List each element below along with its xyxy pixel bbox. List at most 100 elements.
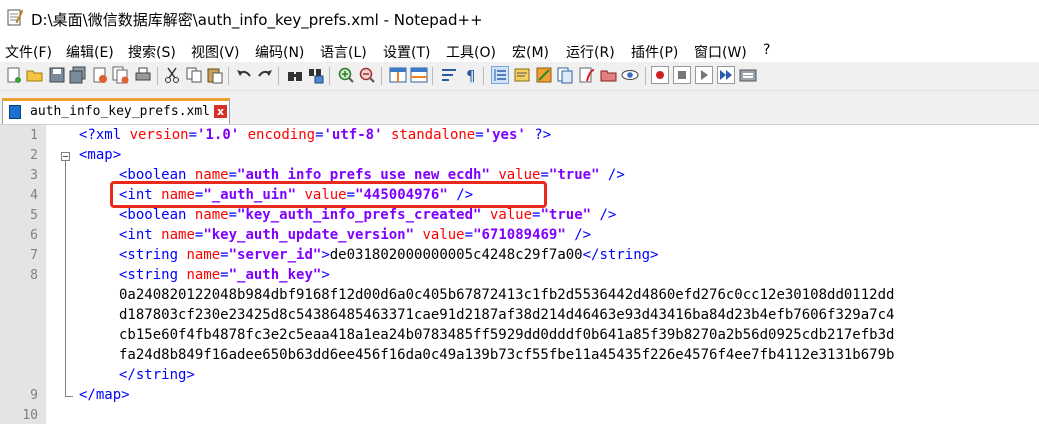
menu-file[interactable]: 文件(F) (5, 42, 52, 62)
paste-icon[interactable] (206, 66, 224, 84)
menu-view[interactable]: 视图(V) (191, 42, 240, 62)
stop-macro-icon[interactable] (673, 66, 691, 84)
xml-decl-close: ?> (525, 127, 552, 143)
run-macro-multiple-icon[interactable] (717, 66, 735, 84)
code-line-6: <int name = "key_auth_update_version" valu… (119, 227, 591, 243)
equals: = (220, 267, 229, 283)
xml-decl-open: <?xml (79, 127, 130, 143)
open-file-icon[interactable] (26, 66, 44, 84)
indent-guide-icon[interactable] (491, 66, 509, 84)
menu-language[interactable]: 语言(L) (320, 42, 367, 62)
string-close-tag: </string> (119, 367, 195, 383)
menu-plugins[interactable]: 插件(P) (631, 42, 678, 62)
equals: = (475, 127, 484, 143)
zoom-out-icon[interactable] (358, 66, 376, 84)
sync-vertical-icon[interactable] (389, 66, 407, 84)
menu-help[interactable]: ? (763, 42, 770, 58)
doc-map-icon[interactable] (535, 66, 553, 84)
folder-workspace-icon[interactable] (578, 66, 596, 84)
copy-icon[interactable] (185, 66, 203, 84)
close-icon[interactable] (91, 66, 109, 84)
menu-search[interactable]: 搜索(S) (128, 42, 176, 62)
auth-key-line-2: d187803cf230e23425d8c54386485463371cae91… (119, 307, 895, 323)
language-icon[interactable] (513, 66, 531, 84)
line-number: 4 (30, 188, 38, 203)
menu-encoding[interactable]: 编码(N) (255, 42, 304, 62)
record-macro-icon[interactable] (651, 66, 669, 84)
attr-name: name (186, 247, 221, 263)
print-icon[interactable] (134, 66, 152, 84)
word-wrap-icon[interactable] (440, 66, 458, 84)
undo-icon[interactable] (235, 66, 253, 84)
equals: = (188, 127, 198, 143)
line-number: 7 (30, 248, 38, 263)
auth-key-line-3: cb15e60f4fb4878fc3e2c5eaa418a1ea24b07834… (119, 327, 895, 343)
save-macro-icon[interactable] (739, 66, 757, 84)
save-icon[interactable] (48, 66, 66, 84)
attr-value: value (422, 227, 465, 243)
line-number: 1 (30, 128, 38, 143)
replace-icon[interactable] (307, 66, 325, 84)
value-name: "server_id" (228, 247, 322, 263)
value-name: "key_auth_info_prefs_created" (237, 207, 482, 223)
attr-name: name (186, 267, 221, 283)
redo-icon[interactable] (256, 66, 274, 84)
self-close: /> (591, 207, 617, 223)
attr-value: value (489, 207, 533, 223)
menu-run[interactable]: 运行(R) (566, 42, 615, 62)
code-line-7: <string name="server_id">de0318020000000… (119, 247, 658, 263)
attr-encoding: encoding (247, 127, 316, 143)
menu-tools[interactable]: 工具(O) (446, 42, 496, 62)
function-list-icon[interactable] (556, 66, 574, 84)
string-tag: <string (119, 267, 187, 283)
play-macro-icon[interactable] (695, 66, 713, 84)
close-all-icon[interactable] (112, 66, 130, 84)
window-title: D:\桌面\微信数据库解密\auth_info_key_prefs.xml - … (31, 11, 483, 29)
fold-guide-line (65, 161, 66, 397)
menu-edit[interactable]: 编辑(E) (66, 42, 114, 62)
auth-key-line-1: 0a240820122048b984dbf9168f12d00d6a0c405b… (119, 287, 895, 303)
auth-key-line-4: fa24d8b849f16adee650b63dd6ee456f16da0c49… (119, 347, 895, 363)
notepad-app-icon (7, 8, 24, 26)
value-name: "key_auth_update_version" (203, 227, 415, 243)
highlight-box (110, 181, 547, 208)
editor-area[interactable]: 1 2 3 4 5 6 7 8 9 10 <?xml version='1.0'… (0, 125, 1039, 424)
eye-icon[interactable] (621, 66, 639, 84)
attr-name: name (161, 227, 195, 243)
zoom-in-icon[interactable] (337, 66, 355, 84)
map-open-tag: <map> (79, 147, 122, 163)
menu-settings[interactable]: 设置(T) (383, 42, 430, 62)
cut-icon[interactable] (163, 66, 181, 84)
equals: = (315, 127, 324, 143)
monitoring-icon[interactable] (600, 66, 618, 84)
fold-collapse-icon[interactable] (61, 152, 70, 161)
value-name: "_auth_key" (228, 267, 322, 283)
tag-end: > (321, 247, 330, 263)
tab-auth-info-key-prefs[interactable]: auth_info_key_prefs.xml x (2, 98, 230, 124)
equals: = (228, 207, 238, 223)
line-number: 2 (30, 148, 38, 163)
title-bar: D:\桌面\微信数据库解密\auth_info_key_prefs.xml - … (0, 0, 1039, 38)
fold-end-marker (65, 396, 73, 397)
equals: = (464, 227, 474, 243)
save-all-icon[interactable] (69, 66, 87, 84)
menu-window[interactable]: 窗口(W) (694, 42, 747, 62)
sync-horizontal-icon[interactable] (410, 66, 428, 84)
find-icon[interactable] (286, 66, 304, 84)
self-close: /> (599, 167, 625, 183)
int-tag: <int (119, 227, 162, 243)
self-close: /> (565, 227, 592, 243)
value-encoding: 'utf-8' (323, 127, 383, 143)
server-id-text: de031802000000005c4248c29f7a00 (329, 247, 583, 263)
code-line-5: <boolean name="key_auth_info_prefs_creat… (119, 207, 616, 223)
show-all-chars-icon[interactable]: ¶ (462, 66, 480, 85)
new-file-icon[interactable] (5, 66, 23, 84)
tab-close-icon[interactable]: x (214, 105, 227, 118)
line-number: 3 (30, 168, 38, 183)
code-line-8: <string name="_auth_key"> (119, 267, 330, 283)
line-number-gutter: 1 2 3 4 5 6 7 8 9 10 (0, 125, 46, 424)
menu-macro[interactable]: 宏(M) (512, 42, 549, 62)
